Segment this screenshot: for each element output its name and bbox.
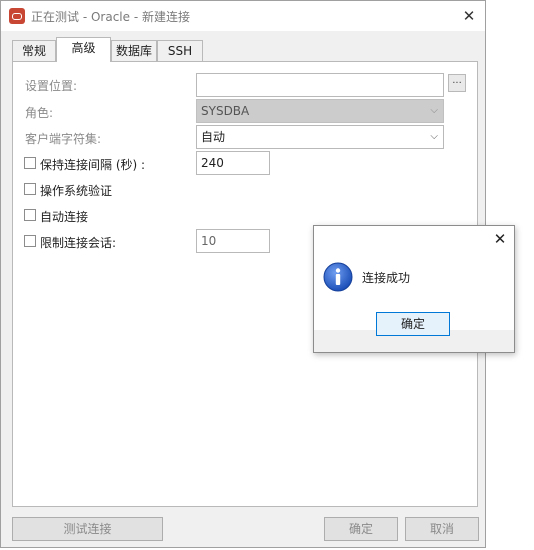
charset-select[interactable]: 自动 ⌵ [196, 125, 444, 149]
auto-connect-label: 自动连接 [40, 210, 89, 224]
tab-general[interactable]: 常规 [12, 40, 56, 61]
close-icon[interactable]: ✕ [490, 229, 510, 249]
auto-connect-checkbox[interactable] [24, 209, 36, 221]
role-label: 角色: [25, 106, 54, 120]
limit-sessions-checkbox[interactable] [24, 235, 36, 247]
os-auth-label: 操作系统验证 [40, 184, 113, 198]
role-value: SYSDBA [201, 104, 250, 118]
chevron-down-icon: ⌵ [430, 131, 438, 142]
location-input[interactable] [196, 73, 444, 97]
dialog-message: 连接成功 [362, 271, 411, 285]
oracle-app-icon [9, 8, 25, 24]
tab-database[interactable]: 数据库 [111, 40, 157, 61]
title-bar: 正在测试 - Oracle - 新建连接 ✕ [1, 1, 485, 31]
dialog-ok-button[interactable]: 确定 [376, 312, 450, 336]
success-dialog: ✕ 连接成功 确定 [313, 225, 515, 353]
keepalive-label: 保持连接间隔 (秒) : [40, 158, 146, 172]
window-title: 正在测试 - Oracle - 新建连接 [31, 10, 190, 24]
keepalive-input[interactable]: 240 [196, 151, 270, 175]
close-icon[interactable]: ✕ [457, 5, 481, 27]
os-auth-checkbox[interactable] [24, 183, 36, 195]
cancel-button[interactable]: 取消 [405, 517, 479, 541]
browse-location-button[interactable]: ... [448, 74, 466, 92]
charset-label: 客户端字符集: [25, 132, 102, 146]
limit-sessions-input[interactable]: 10 [196, 229, 270, 253]
role-select[interactable]: SYSDBA ⌵ [196, 99, 444, 123]
tab-advanced[interactable]: 高级 [56, 37, 111, 62]
tab-ssh[interactable]: SSH [157, 40, 203, 61]
chevron-down-icon: ⌵ [430, 105, 438, 116]
ok-button[interactable]: 确定 [324, 517, 398, 541]
keepalive-checkbox[interactable] [24, 157, 36, 169]
location-label: 设置位置: [25, 79, 78, 93]
limit-sessions-label: 限制连接会话: [40, 236, 117, 250]
info-icon [323, 262, 353, 292]
test-connection-button[interactable]: 测试连接 [12, 517, 163, 541]
charset-value: 自动 [201, 130, 226, 144]
